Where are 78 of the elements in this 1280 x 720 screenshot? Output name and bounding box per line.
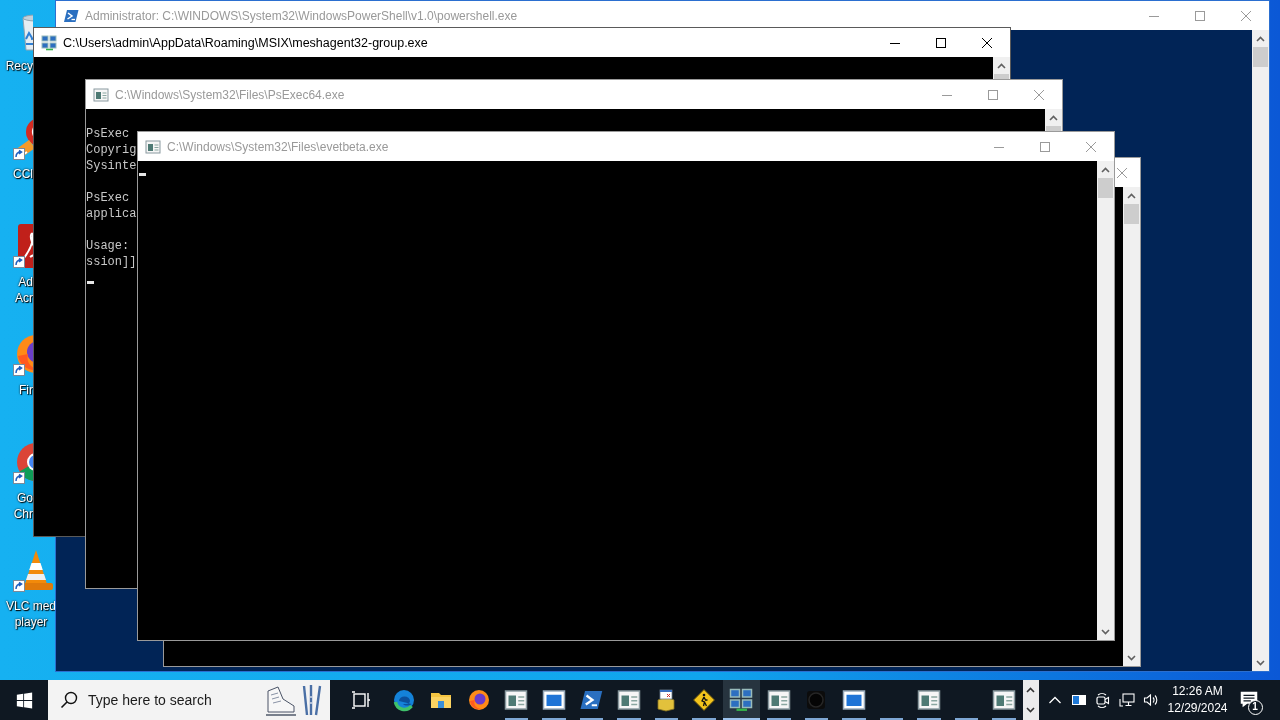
chevron-up-icon [997,62,1006,69]
scrollbar[interactable] [993,57,1010,79]
taskbar-button[interactable] [722,680,760,720]
desktop-icon-label[interactable]: Acr [15,290,33,306]
network-monitor-icon[interactable] [1118,692,1135,708]
maximize-icon [988,89,998,100]
maximize-icon [1195,10,1205,21]
chevron-up-icon [1049,114,1058,121]
notifications-button[interactable]: 1 [1230,680,1267,720]
chevron-up-icon [1256,35,1265,42]
console-icon [93,86,109,103]
search-field[interactable]: Type here to search [88,692,262,708]
chevron-down-icon [1127,654,1136,661]
fox-browser-icon [466,688,491,712]
chevron-up-icon [1101,166,1110,173]
window-title: C:\Windows\System32\Files\evetbeta.exe [167,139,389,154]
taskbar-scroll-up-button[interactable] [1022,680,1039,700]
window-icon [541,688,566,712]
window-title: C:\Users\admin\AppData\Roaming\MSIX\meshagent32-group.exe [63,35,428,50]
console-icon [616,688,641,712]
notification-count: 1 [1247,700,1263,715]
chevron-down-icon [1256,659,1265,666]
road-sign-icon [691,688,716,712]
start-icon [15,691,33,709]
window-icon [841,688,866,712]
desktop-icon-label[interactable]: CCl [13,166,33,182]
window-title: Administrator: C:\WINDOWS\System32\WindowsPowerShell\v1.0\powershell.exe [85,8,518,23]
scrollbar[interactable] [1097,161,1114,640]
console-icon [916,688,941,712]
desktop-icon-label[interactable]: VLC med [6,598,56,614]
clock-button[interactable]: 12:26 AM 12/29/2024 [1164,680,1231,720]
desktop-icon-label[interactable]: Fir [19,382,33,398]
desktop-icon-label[interactable]: player [14,614,48,630]
terminal-prompt-icon [63,7,79,24]
browser-icon [391,688,416,712]
console-line: PsExec [86,190,130,206]
desktop-icon-label[interactable]: Chr [13,506,33,522]
scrollbar[interactable] [1045,109,1062,132]
scrollbar-thumb[interactable] [1253,47,1268,67]
network-icon [729,688,754,712]
console-icon [145,138,161,155]
console-icon [991,688,1016,712]
search-icon [60,691,78,709]
speaker-icon[interactable] [1142,692,1159,708]
close-icon [1086,141,1096,152]
desktop-icon-label[interactable]: Go [17,490,33,506]
console-line: Usage: [86,238,130,254]
maximize-icon [1040,141,1050,152]
console-line: Copyrig [86,142,137,158]
window-title: C:\Windows\System32\Files\PsExec64.exe [115,87,345,102]
terminal-prompt-icon [579,688,604,712]
close-icon [1034,89,1044,100]
chevron-up-icon [1026,687,1035,693]
scrollbar-thumb[interactable] [1124,204,1139,224]
desktop-icon-label[interactable]: Recy [5,58,33,74]
search-box[interactable]: Type here to search [48,680,330,720]
scrollbar-thumb[interactable] [994,74,1009,79]
scrollbar[interactable] [1252,30,1269,671]
network-icon [41,34,57,51]
console-icon [766,688,791,712]
console-icon [504,688,529,712]
taskbar-scroll-down-button[interactable] [1022,700,1039,720]
maximize-icon [936,37,946,48]
scrollbar[interactable] [1123,187,1140,666]
chevron-down-icon [1101,628,1110,635]
close-icon [982,37,992,48]
console-line: Sysinte [86,158,137,174]
panel-icon[interactable] [1070,692,1087,708]
video-camera-icon[interactable] [1094,692,1111,708]
scrollbar-thumb[interactable] [1098,178,1113,198]
chevron-down-icon [1026,707,1035,713]
close-icon [1241,10,1251,21]
console-line: ssion]] [86,254,137,270]
console-line: applica [86,206,137,222]
close-icon [1117,167,1127,178]
desktop-icon-label[interactable]: Ad [18,274,33,290]
chevron-up-icon [1127,192,1136,199]
console-line: PsExec [86,126,130,142]
